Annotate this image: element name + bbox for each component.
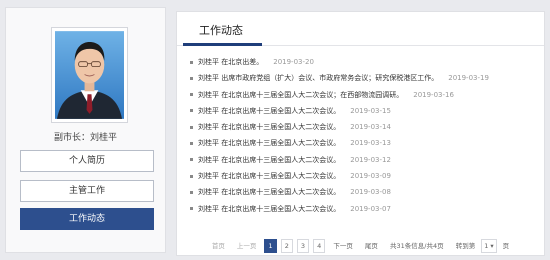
profile-photo [51,27,128,123]
news-item[interactable]: 刘桂平 在北京出席十三届全国人大二次会议。 2019-03-07 [190,201,540,217]
first-page-link[interactable]: 首页 [207,239,229,253]
official-role: 副市长： [53,133,90,143]
page-title: 工作动态 [199,24,243,37]
pagination: 首页 上一页 1 2 3 4 下一页 尾页 共31条信息/共4页 转到第 1 ▾ 页 [177,239,544,253]
title-underline [183,43,262,46]
sidebar-panel: 副市长：刘桂平 个人简历 主管工作 工作动态 [5,7,166,253]
page-2-button[interactable]: 2 [280,239,293,253]
news-date: 2019-03-15 [350,106,391,115]
news-item[interactable]: 刘桂平 在北京出席十三届全国人大二次会议；在西部物流园调研。 2019-03-16 [190,87,540,103]
page-4-button[interactable]: 4 [313,239,326,253]
bullet-icon [190,93,193,97]
news-item[interactable]: 刘桂平 在北京出席十三届全国人大二次会议。 2019-03-15 [190,103,540,119]
last-page-link[interactable]: 尾页 [360,239,382,253]
bullet-icon [190,207,193,211]
pagination-summary: 共31条信息/共4页 [386,239,448,253]
news-list: 刘桂平 在北京出差。 2019-03-20 刘桂平 出席市政府党组（扩大）会议、市… [190,54,540,217]
goto-page-select[interactable]: 1 ▾ [481,239,497,253]
news-title[interactable]: 刘桂平 在北京出席十三届全国人大二次会议。 [198,139,340,147]
page-3-button[interactable]: 3 [296,239,310,253]
news-date: 2019-03-09 [350,172,391,181]
nav-resume-button[interactable]: 个人简历 [20,150,154,172]
bullet-icon [190,174,193,178]
bullet-icon [190,158,193,162]
news-item[interactable]: 刘桂平 出席市政府党组（扩大）会议、市政府常务会议；研究保税港区工作。 2019-… [190,70,540,86]
bullet-icon [190,76,193,80]
page-1-button[interactable]: 1 [264,239,277,253]
chevron-down-icon: ▾ [490,242,494,250]
news-title[interactable]: 刘桂平 在北京出差。 [198,58,263,66]
news-item[interactable]: 刘桂平 在北京出席十三届全国人大二次会议。 2019-03-13 [190,135,540,151]
news-title[interactable]: 刘桂平 在北京出席十三届全国人大二次会议。 [198,172,340,180]
official-name: 刘桂平 [90,133,118,143]
nav-activities-button[interactable]: 工作动态 [20,208,154,230]
bullet-icon [190,109,193,113]
news-title[interactable]: 刘桂平 在北京出席十三届全国人大二次会议。 [198,205,340,213]
news-item[interactable]: 刘桂平 在北京出席十三届全国人大二次会议。 2019-03-12 [190,152,540,168]
news-item[interactable]: 刘桂平 在北京出差。 2019-03-20 [190,54,540,70]
news-date: 2019-03-14 [350,123,391,132]
news-title[interactable]: 刘桂平 在北京出席十三届全国人大二次会议。 [198,188,340,196]
news-date: 2019-03-19 [448,74,489,83]
news-title[interactable]: 刘桂平 在北京出席十三届全国人大二次会议。 [198,123,340,131]
bullet-icon [190,125,193,129]
official-title: 副市长：刘桂平 [6,130,165,143]
goto-suffix: 页 [498,239,514,253]
bullet-icon [190,190,193,194]
nav-responsibilities-button[interactable]: 主管工作 [20,180,154,202]
panel-header: 工作动态 [177,12,544,46]
goto-page-value: 1 [484,242,489,250]
news-date: 2019-03-16 [413,90,454,99]
news-item[interactable]: 刘桂平 在北京出席十三届全国人大二次会议。 2019-03-08 [190,184,540,200]
news-date: 2019-03-08 [350,188,391,197]
goto-label: 转到第 [451,239,480,253]
prev-page-link[interactable]: 上一页 [232,239,261,253]
next-page-link[interactable]: 下一页 [329,239,357,253]
news-date: 2019-03-20 [273,58,314,66]
news-date: 2019-03-13 [350,139,391,148]
bullet-icon [190,60,193,64]
news-date: 2019-03-12 [350,155,391,164]
main-panel: 工作动态 刘桂平 在北京出差。 2019-03-20 刘桂平 出席市政府党组（扩大… [176,11,545,256]
bullet-icon [190,141,193,145]
news-date: 2019-03-07 [350,204,391,213]
news-title[interactable]: 刘桂平 在北京出席十三届全国人大二次会议。 [198,107,340,115]
news-title[interactable]: 刘桂平 在北京出席十三届全国人大二次会议；在西部物流园调研。 [198,91,403,99]
portrait-image [55,31,124,119]
news-item[interactable]: 刘桂平 在北京出席十三届全国人大二次会议。 2019-03-09 [190,168,540,184]
news-title[interactable]: 刘桂平 在北京出席十三届全国人大二次会议。 [198,156,340,164]
news-title[interactable]: 刘桂平 出席市政府党组（扩大）会议、市政府常务会议；研究保税港区工作。 [198,74,438,82]
news-item[interactable]: 刘桂平 在北京出席十三届全国人大二次会议。 2019-03-14 [190,119,540,135]
